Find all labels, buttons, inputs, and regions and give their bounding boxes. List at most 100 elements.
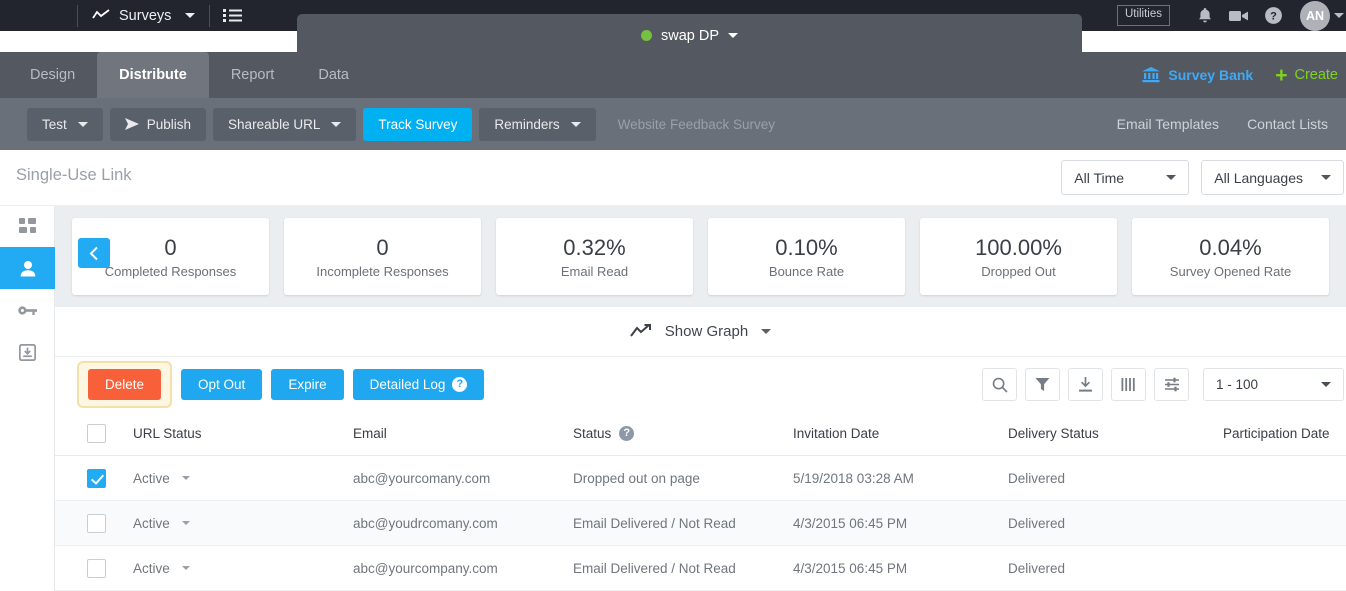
- select-all-checkbox[interactable]: [87, 423, 106, 443]
- select-all-cell: [87, 423, 133, 443]
- top-bar-right: Utilities ? AN: [1116, 0, 1346, 31]
- detailed-log-label: Detailed Log: [369, 376, 446, 392]
- column-header-delivery-status[interactable]: Delivery Status: [1008, 426, 1223, 441]
- time-filter-value: All Time: [1074, 169, 1125, 186]
- column-header-participation-date[interactable]: Participation Date: [1223, 426, 1346, 441]
- table-row[interactable]: Active abc@youdrcomany.com Email Deliver…: [55, 501, 1346, 546]
- help-icon: ?: [452, 376, 468, 392]
- survey-chevron-down-icon[interactable]: [728, 33, 739, 38]
- survey-bank-button[interactable]: Survey Bank: [1142, 67, 1253, 83]
- chevron-down-icon: [331, 121, 342, 127]
- utilities-button[interactable]: Utilities: [1116, 5, 1170, 26]
- rail-item-single-use-link[interactable]: [0, 289, 55, 331]
- column-header-url-status[interactable]: URL Status: [133, 426, 353, 441]
- detailed-log-button[interactable]: Detailed Log ?: [352, 368, 485, 400]
- cell-url-status[interactable]: Active: [133, 516, 353, 531]
- rail-item-contacts[interactable]: [0, 247, 55, 289]
- row-checkbox[interactable]: [87, 558, 106, 578]
- chevron-down-icon[interactable]: [181, 476, 190, 480]
- cell-email: abc@yourcomany.com: [353, 470, 491, 486]
- bell-icon[interactable]: [1188, 0, 1222, 31]
- metric-card: 100.00% Dropped Out: [920, 218, 1117, 295]
- metric-card: 0 Incomplete Responses: [284, 218, 481, 295]
- grid-toolbar: Delete Opt Out Expire Detailed Log ? 1 -…: [55, 357, 1346, 411]
- test-label: Test: [42, 116, 67, 132]
- dashboard-grid-icon: [19, 217, 36, 235]
- delete-button-highlight: Delete: [77, 360, 173, 408]
- row-select-cell: [87, 513, 133, 533]
- opt-out-button[interactable]: Opt Out: [181, 368, 263, 400]
- expire-button[interactable]: Expire: [271, 368, 344, 400]
- time-filter-select[interactable]: All Time: [1061, 160, 1190, 195]
- test-button[interactable]: Test: [27, 107, 103, 141]
- table-row[interactable]: Active abc@yourcompany.com Email Deliver…: [55, 546, 1346, 591]
- cell-invitation-date: 5/19/2018 03:28 AM: [793, 470, 914, 486]
- action-bar: Test Publish Shareable URL Track Survey …: [0, 98, 1346, 150]
- contact-lists-link[interactable]: Contact Lists: [1247, 116, 1328, 132]
- chevron-down-icon[interactable]: [181, 566, 190, 570]
- metric-label: Bounce Rate: [768, 264, 845, 280]
- create-button[interactable]: + Create: [1275, 65, 1338, 86]
- help-icon[interactable]: ?: [619, 425, 635, 441]
- publish-button[interactable]: Publish: [109, 107, 207, 141]
- avatar-chevron-down-icon[interactable]: [1334, 13, 1344, 18]
- shareable-url-button[interactable]: Shareable URL: [213, 107, 357, 141]
- cell-email: abc@youdrcomany.com: [353, 515, 498, 531]
- chevron-down-icon: [570, 121, 581, 127]
- list-icon: [223, 8, 243, 23]
- tab-report[interactable]: Report: [209, 52, 297, 98]
- nav-bar: Design Distribute Report Data Survey Ban…: [0, 52, 1346, 98]
- table-row[interactable]: Active abc@yourcomany.com Dropped out on…: [55, 456, 1346, 501]
- tab-distribute[interactable]: Distribute: [97, 52, 209, 98]
- avatar[interactable]: AN: [1300, 0, 1330, 31]
- reminders-button[interactable]: Reminders: [479, 107, 596, 141]
- page-range-select[interactable]: 1 - 100: [1203, 368, 1344, 401]
- metric-value: 0: [164, 234, 177, 260]
- columns-icon[interactable]: [1111, 368, 1146, 401]
- publish-label: Publish: [146, 116, 192, 132]
- search-icon[interactable]: [982, 368, 1017, 401]
- page-range-value: 1 - 100: [1216, 377, 1259, 392]
- survey-name-tab[interactable]: swap DP: [297, 14, 1082, 57]
- tab-data[interactable]: Data: [296, 52, 371, 98]
- rail-item-inbox-download[interactable]: [0, 331, 55, 373]
- cell-invitation-date: 4/3/2015 06:45 PM: [793, 560, 908, 576]
- send-icon: [124, 118, 139, 130]
- email-templates-link[interactable]: Email Templates: [1117, 116, 1219, 132]
- row-checkbox[interactable]: [87, 513, 106, 533]
- column-header-status[interactable]: Status ?: [573, 425, 793, 441]
- cell-url-status[interactable]: Active: [133, 561, 353, 576]
- shareable-url-label: Shareable URL: [228, 116, 321, 132]
- product-switcher[interactable]: Surveys: [78, 0, 209, 31]
- column-header-email[interactable]: Email: [353, 426, 573, 441]
- metric-value: 0: [376, 234, 389, 260]
- chevron-down-icon[interactable]: [181, 521, 190, 525]
- video-camera-icon[interactable]: [1222, 0, 1256, 31]
- cell-email: abc@yourcompany.com: [353, 560, 498, 576]
- show-graph-toggle[interactable]: Show Graph: [629, 323, 772, 340]
- cell-url-status[interactable]: Active: [133, 471, 353, 486]
- table-header-row: URL Status Email Status ? Invitation Dat…: [55, 411, 1346, 456]
- delete-button[interactable]: Delete: [88, 368, 162, 400]
- row-checkbox[interactable]: [87, 468, 106, 488]
- survey-status-dot: [640, 30, 652, 41]
- tab-design[interactable]: Design: [8, 52, 97, 98]
- settings-sliders-icon[interactable]: [1154, 368, 1189, 401]
- rail-item-dashboard[interactable]: [0, 205, 55, 247]
- survey-bank-label: Survey Bank: [1168, 67, 1254, 83]
- link-table: URL Status Email Status ? Invitation Dat…: [55, 411, 1346, 591]
- left-rail: [0, 150, 55, 591]
- metric-value: 0.10%: [775, 234, 838, 260]
- filter-icon[interactable]: [1025, 368, 1060, 401]
- download-icon[interactable]: [1068, 368, 1103, 401]
- metrics-collapse-button[interactable]: [78, 238, 110, 268]
- url-status-value: Active: [133, 470, 170, 486]
- website-feedback-survey-button[interactable]: Website Feedback Survey: [603, 108, 790, 141]
- column-header-invitation-date[interactable]: Invitation Date: [793, 426, 1008, 441]
- list-menu-button[interactable]: [210, 8, 255, 23]
- language-filter-select[interactable]: All Languages: [1201, 160, 1344, 195]
- survey-name: swap DP: [660, 27, 720, 44]
- trend-line-icon: [92, 9, 111, 22]
- track-survey-button[interactable]: Track Survey: [363, 107, 473, 141]
- help-circle-icon[interactable]: ?: [1256, 0, 1290, 31]
